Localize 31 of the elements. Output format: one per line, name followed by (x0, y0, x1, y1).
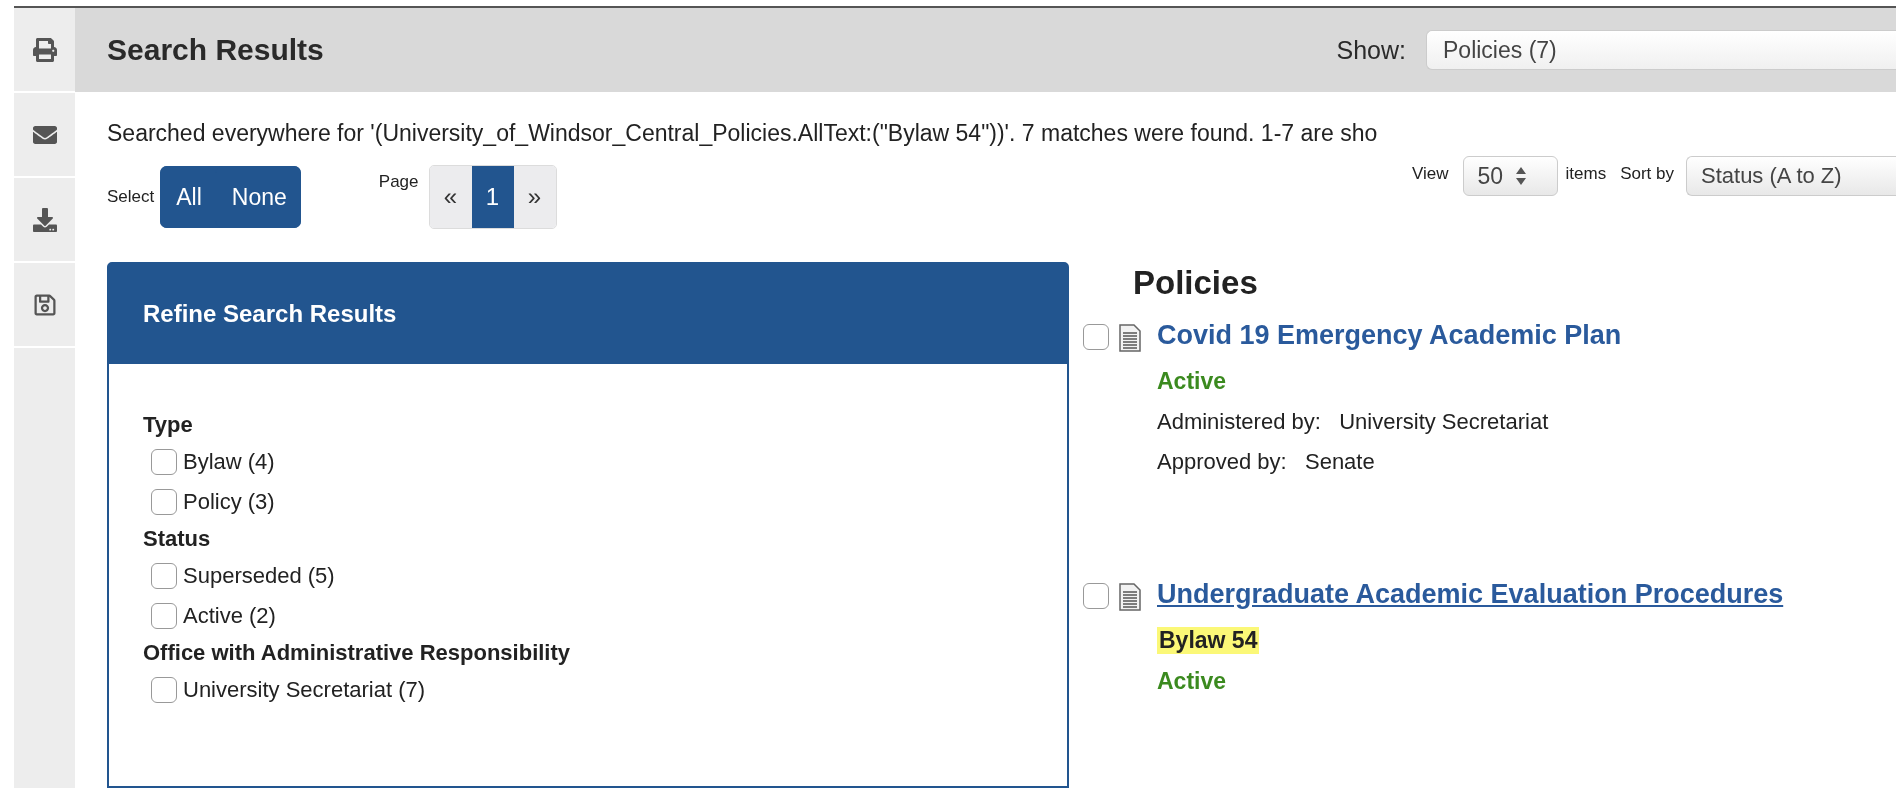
show-label: Show: (1336, 35, 1406, 65)
result-title-link[interactable]: Undergraduate Academic Evaluation Procedures (1157, 579, 1896, 613)
page-title: Search Results (107, 33, 325, 67)
result-field: Approved by: Senate (1157, 449, 1896, 475)
view-label: View (1411, 164, 1449, 184)
result-title-link[interactable]: Covid 19 Emergency Academic Plan (1157, 320, 1896, 354)
page-button[interactable]: 1 (471, 166, 514, 228)
select-label: Select (107, 187, 155, 207)
filter-heading: Office with Administrative Responsibility (143, 639, 572, 667)
panel-title: Refine Search Results (143, 300, 397, 328)
filter-heading: Status (143, 525, 212, 553)
sort-dropdown[interactable]: Status (A to Z) (1686, 156, 1896, 196)
items-label: items (1565, 164, 1607, 184)
page-button[interactable]: » (513, 166, 556, 228)
highlighted-term: Bylaw 54 (1157, 627, 1260, 654)
status-text: Active (1157, 668, 1228, 695)
page-button[interactable]: « (429, 166, 472, 228)
view-spinner[interactable]: 50 (1462, 156, 1558, 196)
filter-option[interactable]: Active (2) (183, 603, 276, 629)
result-field: Administered by: University Secretariat (1157, 409, 1896, 435)
filter-heading: Type (143, 411, 194, 439)
filter-option[interactable]: Policy (3) (183, 489, 275, 515)
filter-option[interactable]: Bylaw (4) (183, 449, 275, 475)
filter-option[interactable]: University Secretariat (7) (183, 677, 426, 703)
show-dropdown[interactable]: Policies (7) (1426, 30, 1896, 70)
search-summary: Searched everywhere for '(University_of_Windsor_Central_Policies.AllText:("Bylaw 54"))'. 7 matches were found. 1-7 are sho (106, 119, 1379, 144)
results-heading: Policies (1133, 264, 1259, 302)
page-label: Page (378, 172, 419, 192)
filter-option[interactable]: Superseded (5) (183, 563, 335, 589)
status-text: Active (1157, 368, 1228, 395)
sort-label: Sort by (1620, 164, 1674, 184)
